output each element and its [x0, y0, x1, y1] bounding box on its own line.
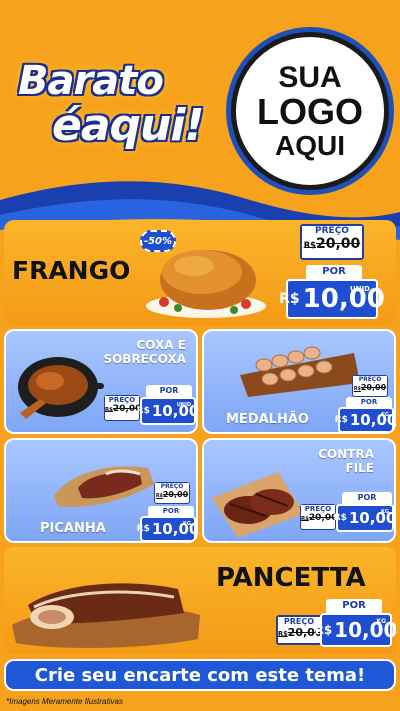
old-price-tag: PREÇO R$20,00 [300, 224, 364, 260]
picanha-image [54, 466, 154, 507]
discount-badge: -50% [140, 230, 176, 252]
new-price-value: 10,00 [302, 284, 385, 314]
old-price-label: PREÇO [155, 483, 189, 490]
por-label: POR [326, 599, 382, 613]
price-unit: UNID [350, 285, 370, 293]
old-price-label: PREÇO [302, 226, 362, 236]
brand-line-1: Barato [18, 58, 164, 104]
new-price-value: 10,00 [151, 520, 198, 538]
old-price-value: R$20,00 [303, 236, 361, 252]
logo-line-2: LOGO [257, 91, 363, 133]
price-unit: KG [381, 509, 389, 515]
cta-text: Crie seu encarte com este tema! [34, 664, 366, 686]
new-price-value: 10,00 [151, 402, 198, 420]
old-price-label: PREÇO [301, 505, 335, 513]
product-name: PANCETTA [216, 563, 366, 593]
new-price-tag: R$ 10,00 KG [335, 407, 396, 432]
old-price-label: PREÇO [105, 396, 139, 404]
product-name: FRANGO [12, 256, 131, 285]
brand-line-2: éaqui! [52, 100, 205, 151]
new-price-tag: R$ 10,00 UNID [279, 279, 385, 319]
logo-placeholder: SUA LOGO AQUI [231, 32, 389, 190]
old-price-value: R$20,00 [301, 513, 338, 523]
product-name: COXA E SOBRECOXA [103, 338, 186, 366]
por-label: POR [346, 397, 392, 407]
old-price-value: R$20,00 [105, 404, 142, 414]
por-label: POR [148, 506, 194, 516]
new-price-tag: R$ 10,00 KG [334, 504, 394, 532]
new-price-tag: R$ 10,00 UNID [137, 397, 198, 425]
product-card-medalhao: PREÇO R$20,00 POR MEDALHÃO R$ 10,00 KG [202, 329, 396, 434]
new-price-tag: R$ 10,00 KG [137, 516, 198, 541]
product-name: PICANHA [40, 521, 106, 536]
medallion-skewers-image [240, 346, 360, 397]
new-price-tag: R$ 10,00 KG [315, 613, 396, 647]
product-name: CONTRA FILE [318, 447, 374, 475]
price-unit: KG [381, 412, 389, 418]
product-card-coxa: COXA E SOBRECOXA POR PREÇO R$20,00 R$ 10… [4, 329, 198, 434]
por-label: POR [146, 385, 192, 397]
logo-line-1: SUA [278, 60, 342, 94]
old-price-label: PREÇO [353, 376, 387, 383]
old-price-value: R$20,00 [353, 383, 387, 392]
old-price-tag: PREÇO R$20,00 [154, 482, 190, 504]
old-price-tag: PREÇO R$20,00 [300, 504, 338, 530]
price-unit: UNID [176, 402, 191, 408]
flyer-page: Barato éaqui! SUA LOGO AQUI FRANGO -50% … [0, 0, 400, 711]
old-price-value: R$20,00 [155, 490, 189, 499]
cta-banner[interactable]: Crie seu encarte com este tema! [4, 659, 396, 691]
price-unit: KG [376, 618, 386, 625]
chicken-thigh-image [18, 357, 104, 419]
product-card-pancetta: PANCETTA POR PREÇO R$20,00 R$ 10,00 KG [4, 547, 396, 654]
product-card-picanha: PREÇO R$20,00 POR PICANHA R$ 10,00 KG [4, 438, 198, 543]
new-price-value: 10,00 [334, 618, 396, 642]
new-price-value: 10,00 [349, 411, 396, 429]
pancetta-image [12, 583, 200, 648]
discount-text: -50% [143, 235, 173, 247]
product-card-frango: FRANGO -50% PREÇO R$20,00 POR R$ 10,00 U… [4, 220, 396, 325]
old-price-tag: PREÇO R$20,00 [352, 375, 388, 397]
logo-line-3: AQUI [275, 129, 345, 161]
product-card-contrafile: CONTRA FILE POR PREÇO R$20,00 R$ 10,00 K… [202, 438, 396, 543]
por-label: POR [306, 265, 362, 279]
brand-logo: Barato éaqui! [12, 58, 208, 168]
footnote: *Imagens Meramente Ilustrativas [6, 697, 123, 706]
contrafile-image [212, 472, 304, 538]
product-name: MEDALHÃO [226, 412, 309, 427]
por-label: POR [342, 492, 392, 504]
price-unit: KG [183, 521, 191, 527]
old-price-tag: PREÇO R$20,00 [104, 395, 142, 421]
